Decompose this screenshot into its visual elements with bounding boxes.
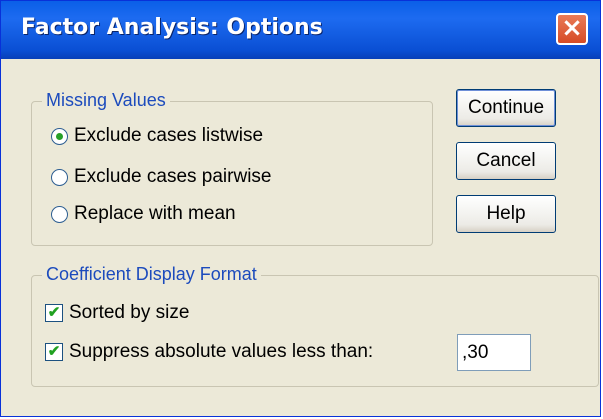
close-icon[interactable]: × (556, 13, 588, 45)
missing-values-legend: Missing Values (42, 90, 170, 111)
radio-label: Exclude cases listwise (74, 125, 264, 146)
checkmark-icon: ✔ (45, 304, 63, 322)
dialog-title: Factor Analysis: Options (21, 15, 323, 40)
suppress-values-checkbox[interactable]: ✔ Suppress absolute values less than: (45, 341, 373, 363)
continue-button[interactable]: Continue (456, 89, 556, 127)
checkmark-icon: ✔ (45, 343, 63, 361)
checkbox-label: Sorted by size (69, 302, 190, 323)
radio-exclude-pairwise[interactable]: Exclude cases pairwise (51, 166, 271, 188)
radio-replace-mean[interactable]: Replace with mean (51, 203, 236, 225)
radio-exclude-listwise[interactable]: Exclude cases listwise (51, 125, 263, 147)
title-bar: Factor Analysis: Options × (1, 1, 600, 59)
radio-unselected-icon (51, 168, 68, 186)
help-button[interactable]: Help (456, 195, 556, 233)
options-dialog: Factor Analysis: Options × Missing Value… (0, 0, 601, 417)
cancel-button[interactable]: Cancel (456, 142, 556, 180)
radio-unselected-icon (51, 205, 68, 223)
checkbox-label: Suppress absolute values less than: (69, 341, 374, 362)
sorted-by-size-checkbox[interactable]: ✔ Sorted by size (45, 302, 189, 324)
radio-label: Exclude cases pairwise (74, 166, 272, 187)
radio-selected-icon (51, 127, 68, 145)
suppress-threshold-input[interactable]: ,30 (457, 334, 531, 371)
coefficient-display-legend: Coefficient Display Format (42, 264, 261, 285)
radio-label: Replace with mean (74, 203, 236, 224)
